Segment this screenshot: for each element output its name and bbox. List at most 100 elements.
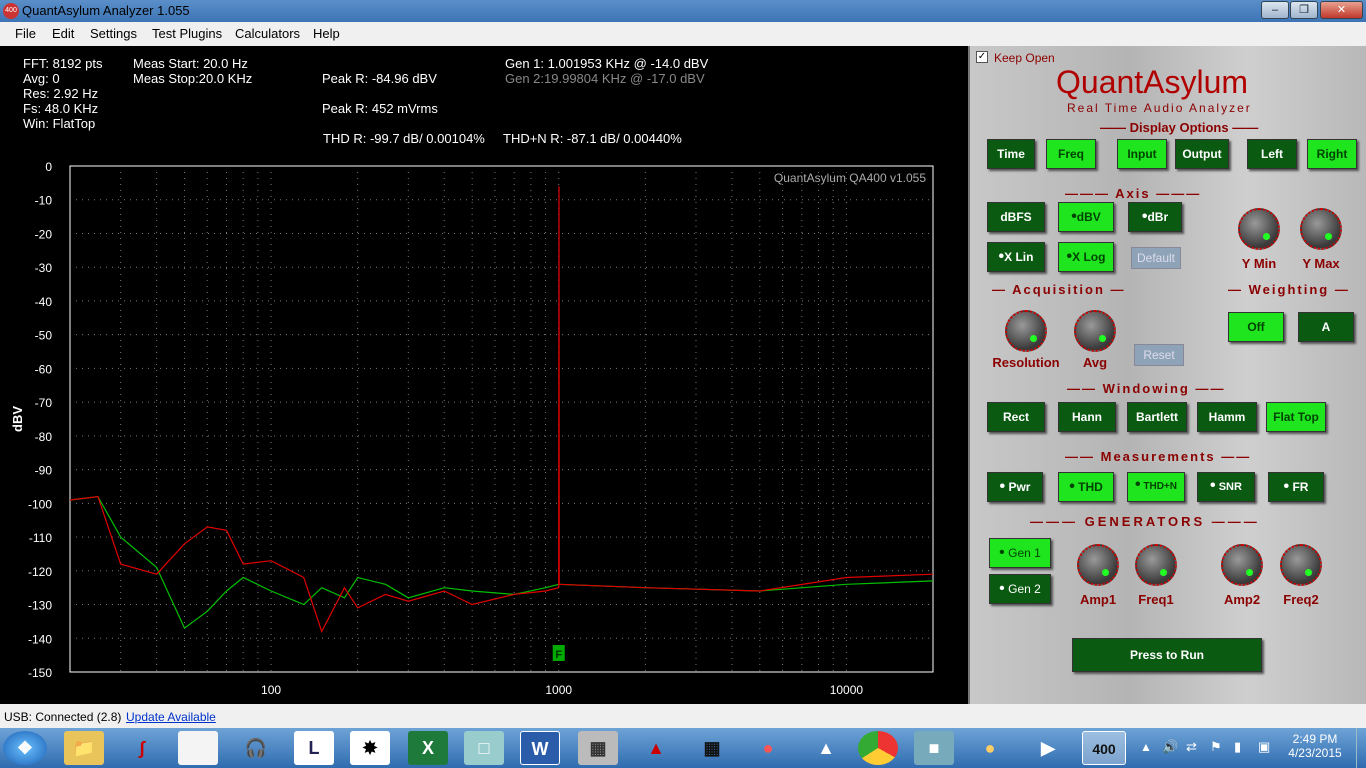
paint-palette-icon[interactable]: ● [970,731,1010,765]
ymax-indicator [1325,233,1332,240]
y-tick-label: -70 [35,396,53,410]
reset-button[interactable]: Reset [1134,344,1184,366]
bartlett-button[interactable]: Bartlett [1127,402,1187,432]
excel-icon[interactable]: X [408,731,448,765]
x-tick-label: 100 [261,683,281,697]
hamm-button[interactable]: Hamm [1197,402,1257,432]
freq1-knob[interactable] [1135,544,1177,586]
battery-icon[interactable]: ▮ [1234,739,1241,755]
input-button[interactable]: Input [1117,139,1167,169]
amp1-knob[interactable] [1077,544,1119,586]
ymin-label: Y Min [1241,256,1277,271]
inkscape-icon[interactable]: ✸ [350,731,390,765]
y-tick-label: -110 [29,531,52,545]
flag-icon[interactable]: ⚑ [1210,739,1222,755]
tray-arrow-icon[interactable]: ▲ [1140,740,1152,754]
media-player-icon[interactable]: ▶ [1028,731,1068,765]
dbv-button[interactable]: •dBV [1058,202,1114,232]
keep-open-checkbox[interactable]: ✓ [976,51,988,63]
freq-button[interactable]: Freq [1046,139,1096,169]
chrome-icon[interactable] [858,731,898,765]
menu-help[interactable]: Help [313,26,340,41]
resolution-label: Resolution [992,355,1060,370]
menu-calculators[interactable]: Calculators [235,26,300,41]
amp2-knob[interactable] [1221,544,1263,586]
layout-icon[interactable]: L [294,731,334,765]
xlin-button[interactable]: •X Lin [987,242,1045,272]
y-axis-label: dBV [10,406,25,432]
rect-button[interactable]: Rect [987,402,1045,432]
menu-test-plugins[interactable]: Test Plugins [152,26,222,41]
resolution-indicator [1030,335,1037,342]
y-tick-label: 0 [45,160,52,174]
qa400-task-icon[interactable]: 400 [1082,731,1126,765]
menu-edit[interactable]: Edit [52,26,74,41]
clock-time: 2:49 PM [1292,732,1338,746]
avg-knob[interactable] [1074,310,1116,352]
paint-icon[interactable]: ● [748,731,788,765]
notepad-icon[interactable] [178,731,218,765]
start-button[interactable]: ❖ [3,731,47,765]
right-button[interactable]: Right [1307,139,1357,169]
calculator-icon[interactable]: ▦ [578,731,618,765]
flattop-button[interactable]: Flat Top [1266,402,1326,432]
output-button[interactable]: Output [1175,139,1229,169]
clock-date: 4/23/2015 [1288,746,1342,760]
network-icon[interactable]: ⇄ [1186,739,1197,755]
meas-start: Meas Start: 20.0 Hz [133,56,248,71]
snipping-tool-icon[interactable]: ▦ [692,731,732,765]
default-button[interactable]: Default [1131,247,1181,269]
thdn-button[interactable]: • THD+N [1127,472,1185,502]
dbr-button[interactable]: •dBr [1128,202,1182,232]
gen2-readout: Gen 2:19.99804 KHz @ -17.0 dBV [505,71,705,86]
alien-app-icon[interactable]: ▲ [806,731,846,765]
sample-rate: Fs: 48.0 KHz [23,101,99,116]
freq2-knob[interactable] [1280,544,1322,586]
gen2-button[interactable]: • Gen 2 [989,574,1051,604]
status-bar: USB: Connected (2.8) Update Available [0,704,1366,728]
explorer-icon[interactable]: 📁 [64,731,104,765]
axis-title: ——— Axis ——— [1065,186,1202,201]
ymax-knob[interactable] [1300,208,1342,250]
pwr-button[interactable]: • Pwr [987,472,1043,502]
minimize-button[interactable]: – [1261,1,1289,19]
gen1-button[interactable]: • Gen 1 [989,538,1051,568]
snr-button[interactable]: • SNR [1197,472,1255,502]
avg-label: Avg [1082,355,1108,370]
spectrum-chart[interactable]: 0 -10 -20 -30 -40 -50 -60 -70 -80 -90 -100 -110 -120… [0,160,968,704]
freq1-label: Freq1 [1138,592,1174,607]
close-button[interactable]: ✕ [1320,1,1363,19]
word-icon[interactable]: W [520,731,560,765]
resolution-knob[interactable] [1005,310,1047,352]
show-desktop-button[interactable] [1356,728,1366,768]
volume-icon[interactable]: 🔊 [1162,739,1178,755]
weighting-a-button[interactable]: A [1298,312,1354,342]
y-tick-label: -140 [28,632,52,646]
audacity-icon[interactable]: 🎧 [236,731,276,765]
menu-settings[interactable]: Settings [90,26,137,41]
clock[interactable]: 2:49 PM 4/23/2015 [1280,732,1350,760]
fr-button[interactable]: • FR [1268,472,1324,502]
dbfs-button[interactable]: dBFS [987,202,1045,232]
xlog-button[interactable]: •X Log [1058,242,1114,272]
weighting-off-button[interactable]: Off [1228,312,1284,342]
thd-button[interactable]: • THD [1058,472,1114,502]
update-available-link[interactable]: Update Available [126,710,216,724]
measurement-readout: FFT: 8192 pts Avg: 0 Res: 2.92 Hz Fs: 48… [0,46,968,164]
maximize-button[interactable]: ❐ [1290,1,1318,19]
onenote-icon[interactable]: □ [464,731,504,765]
generators-title: ——— GENERATORS ——— [1030,514,1260,529]
acquisition-title: — Acquisition — [992,282,1126,297]
tray-monitor-icon[interactable]: ▣ [1258,739,1270,755]
menu-file[interactable]: File [15,26,36,41]
ymin-knob[interactable] [1238,208,1280,250]
press-to-run-button[interactable]: Press to Run [1072,638,1262,672]
acrobat-icon[interactable]: ▲ [636,731,676,765]
time-button[interactable]: Time [987,139,1035,169]
hann-button[interactable]: Hann [1058,402,1116,432]
left-button[interactable]: Left [1247,139,1297,169]
photo-viewer-icon[interactable]: ■ [914,731,954,765]
app-icon: 400 [3,3,19,19]
windowing-title: —— Windowing —— [1067,381,1226,396]
ltspice-icon[interactable]: ∫ [122,731,162,765]
